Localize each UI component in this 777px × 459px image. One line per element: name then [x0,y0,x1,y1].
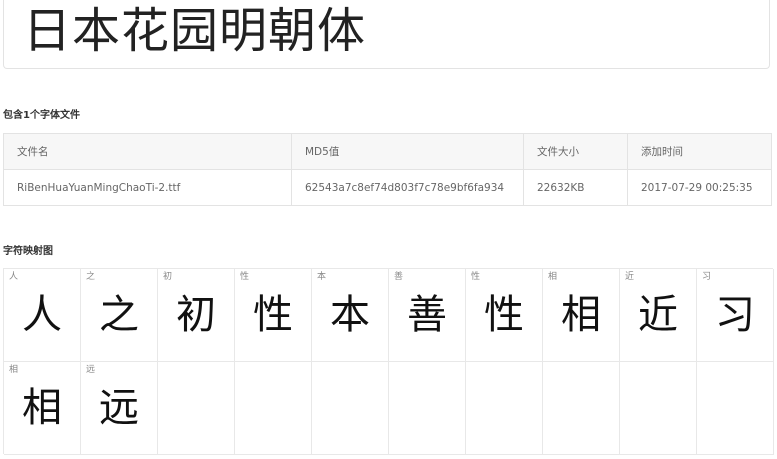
cell-filesize: 22632KB [523,169,628,206]
glyph-char: 远 [99,385,139,431]
column-header-filename: 文件名 [3,133,292,170]
glyph-label: 性 [471,272,481,282]
glyph-cell: 人人 [4,269,81,362]
glyph-char: 善 [407,292,447,338]
glyph-char: 习 [715,292,755,338]
glyph-label: 性 [240,272,250,282]
glyph-cell: 性性 [235,269,312,362]
glyph-label: 远 [86,365,96,375]
glyph-cell: 善善 [389,269,466,362]
cell-md5: 62543a7c8ef74d803f7c78e9bf6fa934 [291,169,524,206]
glyph-char: 近 [638,292,678,338]
column-header-filesize: 文件大小 [523,133,628,170]
glyph-cell-empty [389,362,466,455]
glyph-cell-empty [235,362,312,455]
cell-added-time: 2017-07-29 00:25:35 [627,169,772,206]
glyph-cell-empty [158,362,235,455]
glyph-label: 之 [86,272,96,282]
glyph-char: 人 [22,292,62,338]
glyph-cell: 性性 [466,269,543,362]
glyph-cell: 本本 [312,269,389,362]
glyph-char: 初 [176,292,216,338]
glyph-label: 本 [317,272,327,282]
column-header-added-time: 添加时间 [627,133,772,170]
glyph-cell: 之之 [81,269,158,362]
character-map-title: 字符映射图 [3,246,53,257]
glyph-cell-empty [697,362,774,455]
glyph-cell: 远远 [81,362,158,455]
cell-filename: RiBenHuaYuanMingChaoTi-2.ttf [3,169,292,206]
glyph-label: 初 [163,272,173,282]
glyph-cell-empty [312,362,389,455]
glyph-label: 人 [9,272,19,282]
column-header-md5: MD5值 [291,133,524,170]
glyph-label: 近 [625,272,635,282]
glyph-char: 相 [22,385,62,431]
glyph-cell: 近近 [620,269,697,362]
glyph-char: 性 [484,292,524,338]
font-preview-text: 日本花园明朝体 [23,3,367,59]
glyph-cell-empty [466,362,543,455]
glyph-cell: 习习 [697,269,774,362]
glyph-char: 本 [330,292,370,338]
glyph-cell: 相相 [4,362,81,455]
glyph-char: 之 [99,292,139,338]
table-header-row: 文件名 MD5值 文件大小 添加时间 [3,133,772,170]
table-row: RiBenHuaYuanMingChaoTi-2.ttf 62543a7c8ef… [3,169,772,206]
glyph-char: 相 [561,292,601,338]
character-map-grid: 人人 之之 初初 性性 本本 善善 性性 相相 近近 习习 相相 远远 [3,268,774,455]
glyph-cell: 初初 [158,269,235,362]
glyph-cell: 相相 [543,269,620,362]
font-preview-box: 日本花园明朝体 [3,0,770,69]
glyph-char: 性 [253,292,293,338]
files-section-title: 包含1个字体文件 [3,110,80,121]
glyph-label: 相 [9,365,19,375]
glyph-label: 善 [394,272,404,282]
glyph-label: 习 [702,272,712,282]
glyph-cell-empty [620,362,697,455]
glyph-cell-empty [543,362,620,455]
glyph-label: 相 [548,272,558,282]
font-files-table: 文件名 MD5值 文件大小 添加时间 RiBenHuaYuanMingChaoT… [3,133,772,206]
